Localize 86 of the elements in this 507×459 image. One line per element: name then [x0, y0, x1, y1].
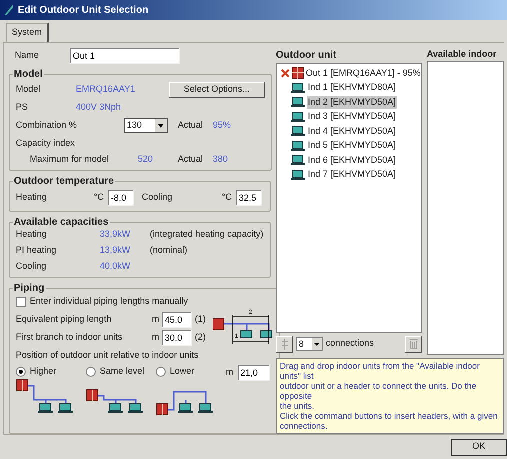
- unit-label: °C: [94, 190, 106, 204]
- indoor-unit-icon: [291, 82, 305, 93]
- tree-item[interactable]: Ind 5 [EKHVMYD50A]: [307, 139, 398, 152]
- tree-item[interactable]: Ind 3 [EKHVMYD50A]: [307, 110, 398, 124]
- max-value: 520: [138, 152, 154, 166]
- field-label: PI heating: [16, 244, 58, 258]
- trash-icon: [410, 339, 418, 349]
- field-label: Cooling: [16, 260, 48, 274]
- heating-field[interactable]: -8,0: [108, 190, 134, 206]
- footnote-mark: (1): [195, 312, 207, 326]
- header-icon: [282, 338, 288, 350]
- length-field[interactable]: 30,0: [162, 330, 192, 346]
- height-field[interactable]: 21,0: [238, 365, 270, 381]
- panel-title: Outdoor unit: [276, 48, 338, 62]
- window-title: Edit Outdoor Unit Selection: [18, 4, 149, 18]
- tree-item[interactable]: Out 1 [EMRQ16AAY1] - 95%: [306, 66, 421, 80]
- help-text: the units.: [280, 401, 316, 411]
- capacity-value: 33,9kW: [100, 228, 132, 242]
- unit-label: m: [226, 366, 234, 380]
- field-label: Heating: [16, 228, 48, 242]
- indoor-unit-icon: [291, 155, 305, 166]
- tree-item[interactable]: Ind 2 [EKHVMYD50A]: [307, 96, 398, 109]
- app-icon: [4, 4, 14, 16]
- radio-label: Same level: [100, 364, 145, 378]
- pin-icon: [281, 68, 290, 78]
- radio-button[interactable]: [86, 366, 96, 376]
- radio-button[interactable]: [16, 366, 26, 376]
- capacity-value: 13,9kW: [100, 244, 132, 258]
- group-title: Model: [13, 68, 44, 82]
- tree-item[interactable]: Ind 6 [EKHVMYD50A]: [307, 154, 398, 167]
- checkbox-label: Enter individual piping lengths manually: [30, 295, 188, 308]
- unit-label: °C: [222, 190, 234, 204]
- field-label: Model: [16, 82, 42, 96]
- capacity-note: (nominal): [150, 244, 188, 258]
- field-label: Equivalent piping length: [16, 312, 113, 326]
- group-title: Available capacities: [13, 216, 110, 230]
- insert-header-button[interactable]: [276, 336, 293, 352]
- capacity-value: 40,0kW: [100, 260, 132, 274]
- actual-value: 95%: [213, 118, 232, 132]
- tab[interactable]: System: [6, 23, 50, 42]
- delete-button[interactable]: [405, 336, 422, 352]
- select-options-button[interactable]: Select Options...: [169, 82, 265, 98]
- indoor-unit-icon: [291, 140, 305, 151]
- field-label: Combination %: [16, 118, 78, 132]
- length-field[interactable]: 45,0: [162, 312, 192, 328]
- indoor-unit-icon: [291, 170, 305, 180]
- help-text: Click the command buttons to insert headers, with a given: [280, 411, 499, 421]
- field-label: PS: [16, 100, 30, 114]
- connections-label: connections: [326, 337, 374, 350]
- field-label: Heating: [16, 190, 48, 204]
- indoor-unit-icon: [291, 126, 305, 136]
- unit-label: m: [152, 312, 160, 326]
- unit-label: m: [152, 330, 160, 344]
- footnote-mark: (2): [195, 330, 207, 344]
- field-label: Actual: [178, 118, 204, 132]
- panel-title: Available indoor: [427, 48, 498, 60]
- tree-item[interactable]: Ind 1 [EKHVMYD80A]: [307, 81, 398, 94]
- field-label: Maximum for model: [30, 152, 110, 166]
- field-label: Cooling: [142, 190, 174, 204]
- outdoor-unit-icon: [292, 67, 304, 80]
- radio-button[interactable]: [156, 366, 166, 376]
- radio-label: Lower: [170, 364, 195, 378]
- cooling-field[interactable]: 32,5: [236, 190, 262, 206]
- capacity-note: (integrated heating capacity): [150, 228, 264, 242]
- ps-value: 400V 3Nph: [76, 100, 122, 114]
- tree-item[interactable]: Ind 4 [EKHVMYD50A]: [307, 124, 398, 138]
- ok-button[interactable]: OK: [451, 438, 507, 456]
- field-label: Actual: [178, 152, 204, 166]
- tree-item[interactable]: Ind 7 [EKHVMYD50A]: [307, 168, 398, 182]
- checkbox[interactable]: [16, 297, 26, 307]
- indoor-unit-icon: [291, 112, 305, 122]
- connections-dropdown[interactable]: 8: [296, 337, 323, 351]
- position-label: Position of outdoor unit relative to indoor units: [16, 348, 200, 362]
- field-label: First branch to indoor units: [16, 330, 124, 344]
- help-text: connections.: [280, 421, 329, 431]
- model-value: EMRQ16AAY1: [76, 82, 136, 96]
- field-label: Name: [15, 48, 40, 62]
- radio-label: Higher: [30, 364, 57, 378]
- combination-dropdown[interactable]: 130: [124, 118, 168, 133]
- field-label: Capacity index: [16, 136, 76, 150]
- group-title: Outdoor temperature: [13, 174, 116, 188]
- position-drawing: [16, 378, 76, 416]
- actual-value: 380: [213, 152, 228, 166]
- name-field[interactable]: Out 1: [70, 48, 180, 64]
- indoor-unit-icon: [291, 97, 305, 108]
- group-title: Piping: [13, 282, 46, 296]
